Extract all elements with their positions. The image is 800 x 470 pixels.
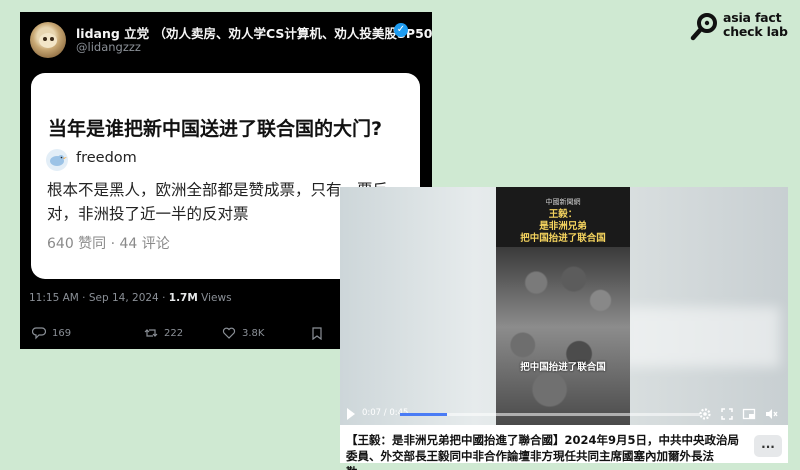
clip-subtitle: 把中国抬进了联合国 (520, 362, 606, 373)
clip-headline-line-1: 王毅： (548, 209, 578, 220)
avatar[interactable] (30, 22, 66, 58)
user-handle[interactable]: @lidangzzz (76, 40, 141, 54)
video-post: 中國新聞網 王毅： 是非洲兄弟 把中国抬进了联合国 把中国抬进了联合国 0:07… (340, 187, 788, 470)
heart-icon (222, 327, 236, 339)
views-label: Views (201, 292, 232, 304)
play-icon[interactable] (346, 407, 356, 421)
asia-fact-check-lab-logo: asia fact check lab (690, 10, 794, 44)
verified-badge-icon: ✓ (394, 23, 408, 37)
avatar-eye (50, 37, 54, 41)
news-logo: 中國新聞網 (545, 198, 581, 206)
brand-line-2: check lab (723, 24, 788, 39)
more-options-button[interactable]: ... (754, 435, 782, 457)
author-avatar-icon (46, 149, 68, 171)
reply-icon (32, 327, 46, 340)
picture-in-picture-icon[interactable] (742, 407, 756, 421)
brand-line-1: asia fact (723, 10, 782, 25)
clip-headline: 王毅： 是非洲兄弟 把中国抬进了联合国 (496, 209, 630, 245)
like-button[interactable]: 3.8K (222, 324, 264, 342)
magnifier-logo-icon (690, 13, 717, 41)
bookmark-button[interactable] (310, 324, 324, 342)
avatar-face (39, 33, 57, 48)
clip-headline-line-2: 是非洲兄弟 (539, 221, 587, 232)
retweet-button[interactable]: 222 (144, 324, 183, 342)
video-clip: 中國新聞網 王毅： 是非洲兄弟 把中国抬进了联合国 把中国抬进了联合国 (496, 187, 630, 425)
video-caption: 【王毅：是非洲兄弟把中國抬進了聯合國】2024年9月5日，中共中央政治局委員、外… (346, 433, 740, 470)
quoted-post-author[interactable]: freedom (76, 150, 137, 166)
clip-headline-line-3: 把中国抬进了联合国 (520, 233, 606, 244)
quoted-post-title: 当年是谁把新中国送进了联合国的大门? (48, 118, 383, 140)
video-progress-bar[interactable] (400, 413, 700, 416)
views-count: 1.7M (168, 292, 198, 304)
video-progress-fill (400, 413, 447, 416)
quoted-post-stats: 640 赞同 · 44 评论 (47, 236, 170, 252)
retweet-icon (144, 329, 158, 337)
avatar-eye (43, 37, 47, 41)
fullscreen-icon[interactable] (720, 407, 734, 421)
like-count: 3.8K (242, 327, 265, 339)
historic-photo (496, 247, 630, 425)
video-player[interactable]: 中國新聞網 王毅： 是非洲兄弟 把中国抬进了联合国 把中国抬进了联合国 0:07… (340, 187, 788, 425)
timestamp-text: 11:15 AM · Sep 14, 2024 · (29, 292, 166, 304)
mute-icon[interactable] (764, 407, 778, 421)
retweet-count: 222 (164, 327, 184, 339)
tweet-timestamp: 11:15 AM · Sep 14, 2024 · 1.7M Views (29, 292, 232, 304)
video-controls: 0:07 / 0:45 (340, 403, 788, 425)
settings-gear-icon[interactable] (698, 407, 712, 421)
bookmark-icon (312, 327, 322, 340)
reply-count: 169 (52, 327, 72, 339)
reply-button[interactable]: 169 (32, 324, 71, 342)
brand-text: asia fact check lab (723, 11, 788, 39)
